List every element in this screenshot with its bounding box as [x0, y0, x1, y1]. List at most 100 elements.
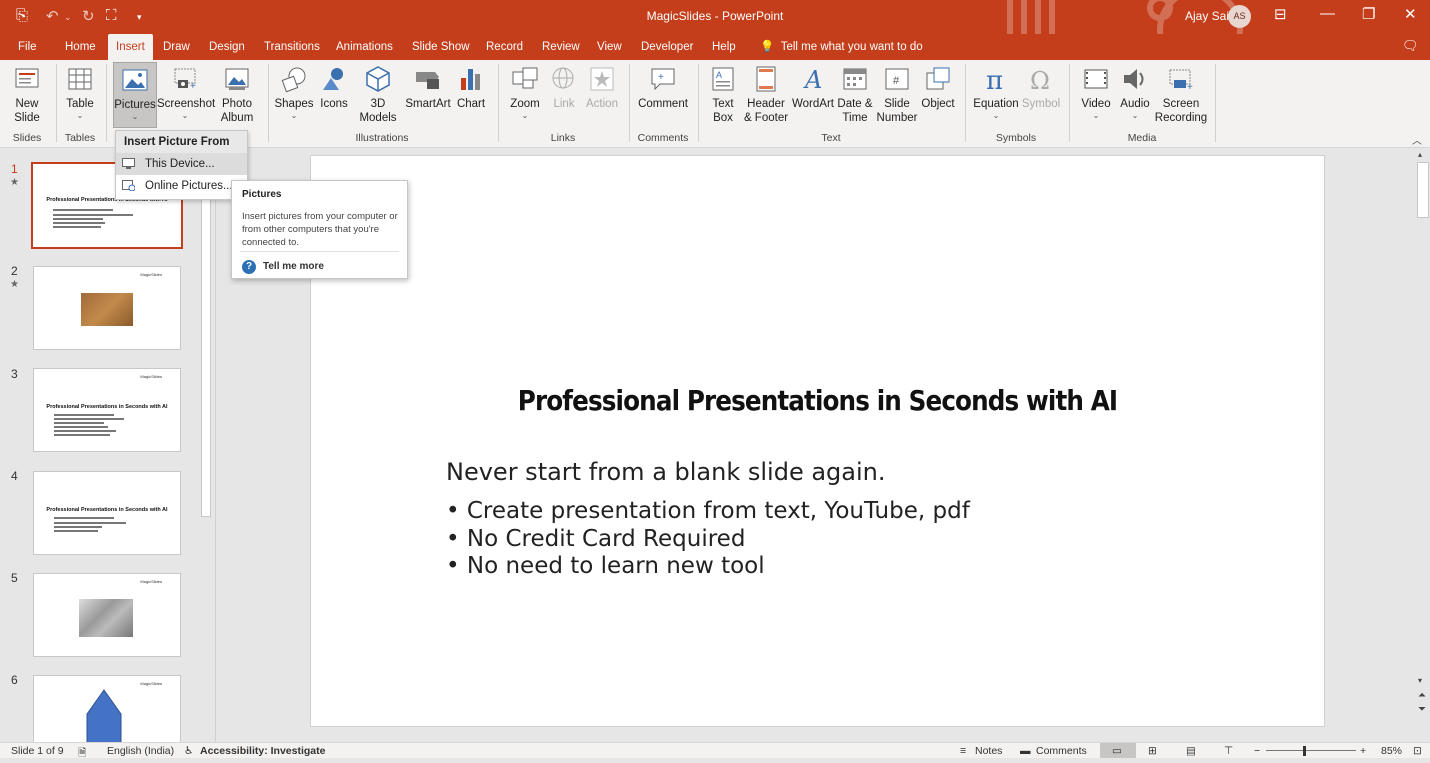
language-indicator[interactable]: English (India) [107, 745, 174, 757]
smartart-button[interactable]: SmartArt [402, 62, 454, 111]
film-icon [1084, 69, 1108, 89]
thumb-text-line [54, 517, 114, 519]
header-footer-button[interactable]: Header & Footer [742, 62, 790, 125]
audio-button[interactable]: Audio ⌄ [1116, 62, 1154, 121]
editor-scrollbar[interactable]: ▴ ▾ ⏶ ⏷ [1416, 148, 1430, 742]
close-icon[interactable]: ✕ [1404, 5, 1417, 23]
slide-canvas[interactable]: Professional Presentations in Seconds wi… [310, 155, 1325, 727]
comment-button[interactable]: + Comment [636, 62, 690, 111]
photo-album-button[interactable]: Photo Album [214, 62, 260, 125]
thumb-text-line [54, 426, 108, 428]
user-name[interactable]: Ajay Sai [1185, 9, 1229, 23]
wordart-icon: A [803, 66, 822, 94]
new-slide-icon [15, 68, 39, 88]
zoom-out-icon[interactable]: − [1254, 745, 1260, 757]
slide-thumbnail-4[interactable]: Professional Presentations in Seconds wi… [33, 471, 181, 555]
chart-button[interactable]: Chart [454, 62, 488, 111]
slide-thumbnail-6[interactable]: MagicSlides [33, 675, 181, 742]
pictures-button[interactable]: Pictures ⌄ [113, 62, 157, 128]
link-button[interactable]: Link [548, 62, 580, 111]
minimize-icon[interactable]: — [1320, 5, 1335, 22]
slide-number: 4 [11, 469, 18, 483]
thumb-text-line [54, 430, 116, 432]
3d-models-button[interactable]: 3D Models [354, 62, 402, 125]
comments-button[interactable]: Comments [1036, 745, 1087, 757]
tab-developer[interactable]: Developer [633, 34, 701, 60]
equation-button[interactable]: π Equation ⌄ [972, 62, 1020, 121]
wordart-button[interactable]: A WordArt [790, 62, 836, 111]
tab-design[interactable]: Design [201, 34, 253, 60]
tab-insert[interactable]: Insert [108, 34, 153, 60]
slide-number: 2 [11, 264, 18, 278]
menu-item-online-pictures[interactable]: Online Pictures... [116, 175, 247, 197]
smartart-icon [416, 72, 439, 89]
tab-help[interactable]: Help [704, 34, 744, 60]
date-time-button[interactable]: Date & Time [836, 62, 874, 125]
scrollbar-thumb[interactable] [1417, 162, 1429, 218]
zoom-slider-thumb[interactable] [1303, 746, 1306, 756]
thumbnails-scrollbar[interactable]: ▾ [199, 165, 213, 742]
slideshow-view-icon[interactable]: ⊤ [1224, 745, 1233, 757]
tab-view[interactable]: View [589, 34, 630, 60]
comments-pane-icon[interactable]: 🗨 [1402, 38, 1419, 54]
tab-draw[interactable]: Draw [155, 34, 198, 60]
restore-icon[interactable]: ❐ [1362, 5, 1375, 23]
slide-bullets[interactable]: • Create presentation from text, YouTube… [446, 498, 970, 581]
scrollbar-thumb[interactable] [201, 165, 211, 517]
ribbon-tabs: File Home Insert Draw Design Transitions… [0, 34, 1430, 60]
header-footer-icon [756, 66, 776, 92]
thumb-logo: MagicSlides [140, 681, 162, 686]
separator [629, 64, 630, 142]
spell-check-icon[interactable]: 🗎 [78, 745, 86, 763]
scroll-up-icon[interactable]: ▴ [1418, 150, 1422, 159]
video-button[interactable]: Video ⌄ [1076, 62, 1116, 121]
slide-thumbnail-5[interactable]: MagicSlides [33, 573, 181, 657]
tab-transitions[interactable]: Transitions [256, 34, 328, 60]
zoom-level[interactable]: 85% [1381, 745, 1402, 757]
slide-number-button[interactable]: # Slide Number [876, 62, 918, 125]
slide-title[interactable]: Professional Presentations in Seconds wi… [372, 384, 1263, 417]
notes-button[interactable]: Notes [975, 745, 1002, 757]
icons-button[interactable]: Icons [316, 62, 352, 111]
action-button[interactable]: Action [582, 62, 622, 111]
tell-me-search[interactable]: 💡 Tell me what you want to do [760, 34, 923, 60]
slide-number-icon: # [885, 68, 909, 90]
cube-icon [366, 66, 390, 92]
tab-slide-show[interactable]: Slide Show [404, 34, 478, 60]
slide-sorter-icon[interactable]: ⊞ [1148, 745, 1157, 757]
slide-thumbnail-2[interactable]: MagicSlides [33, 266, 181, 350]
screenshot-button[interactable]: + Screenshot ⌄ [157, 62, 215, 121]
scroll-down-icon[interactable]: ▾ [1418, 676, 1422, 685]
accessibility-status[interactable]: Accessibility: Investigate [200, 745, 325, 757]
zoom-slider[interactable] [1266, 750, 1356, 751]
reading-view-icon[interactable]: ▤ [1186, 745, 1196, 757]
previous-slide-icon[interactable]: ⏶ [1418, 690, 1426, 701]
text-box-button[interactable]: A Text Box [704, 62, 742, 125]
tab-file[interactable]: File [10, 34, 45, 60]
fit-slide-icon[interactable]: ⊡ [1413, 745, 1422, 757]
menu-item-this-device[interactable]: This Device... [116, 153, 247, 175]
tab-review[interactable]: Review [534, 34, 588, 60]
collapse-ribbon-icon[interactable]: ︿ [1412, 132, 1422, 147]
slide-thumbnail-3[interactable]: MagicSlides Professional Presentations i… [33, 368, 181, 452]
tab-record[interactable]: Record [478, 34, 531, 60]
next-slide-icon[interactable]: ⏷ [1418, 704, 1426, 715]
zoom-in-icon[interactable]: + [1360, 745, 1366, 757]
help-icon[interactable]: ? [242, 260, 256, 274]
shapes-button[interactable]: Shapes ⌄ [274, 62, 314, 121]
tab-animations[interactable]: Animations [328, 34, 401, 60]
tell-me-more-link[interactable]: Tell me more [263, 261, 324, 272]
group-slides-label: Slides [12, 132, 42, 144]
slide-subtitle[interactable]: Never start from a blank slide again. [446, 458, 886, 486]
new-slide-button[interactable]: New Slide [6, 62, 48, 125]
table-button[interactable]: Table ⌄ [62, 62, 98, 121]
object-button[interactable]: Object [918, 62, 958, 111]
slide-number: 5 [11, 571, 18, 585]
zoom-button[interactable]: Zoom ⌄ [504, 62, 546, 121]
ribbon-display-icon[interactable]: ⊟ [1274, 5, 1287, 23]
screen-recording-button[interactable]: + Screen Recording [1154, 62, 1208, 125]
symbol-button[interactable]: Ω Symbol [1020, 62, 1062, 111]
avatar[interactable]: AS [1228, 5, 1251, 28]
transition-star-icon: ★ [10, 177, 19, 188]
tab-home[interactable]: Home [57, 34, 104, 60]
